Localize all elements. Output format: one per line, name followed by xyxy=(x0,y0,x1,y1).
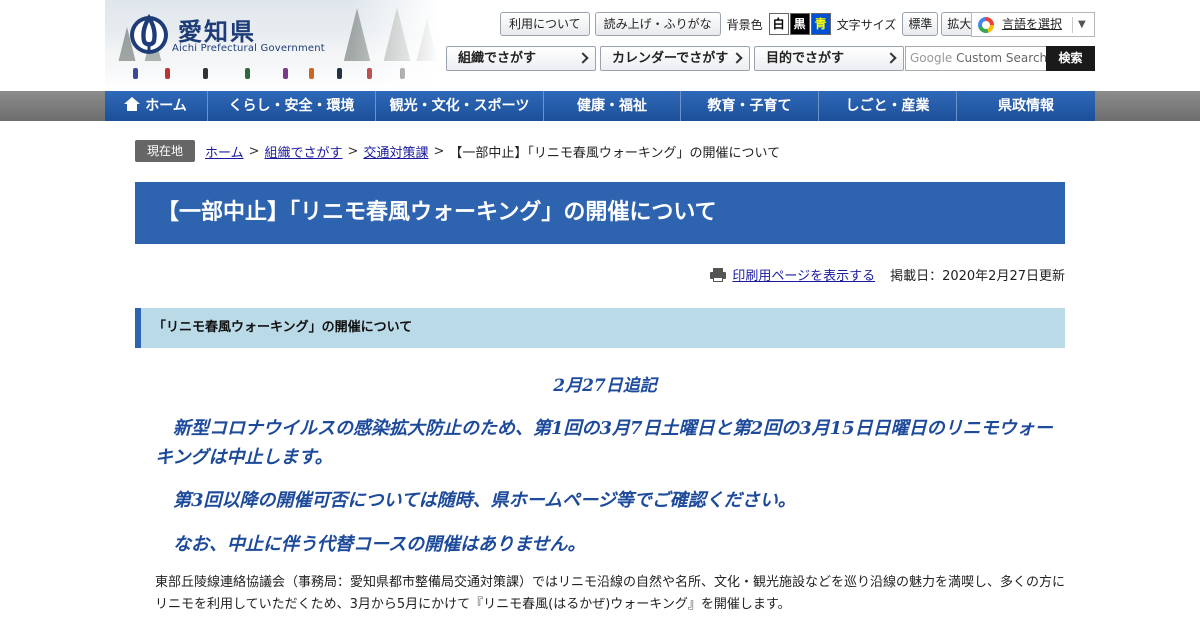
google-g-icon xyxy=(978,17,994,33)
notice-no-alternative: なお、中止に伴う代替コースの開催はありません。 xyxy=(173,534,586,555)
logo-subtitle: Aichi Prefectural Government xyxy=(172,43,325,54)
chevron-right-icon xyxy=(731,52,743,64)
search-placeholder-text: Custom Search xyxy=(952,51,1047,65)
language-select[interactable]: 言語を選択 ▼ xyxy=(971,12,1095,37)
printer-icon[interactable] xyxy=(710,267,727,282)
read-aloud-button[interactable]: 読み上げ・ふりがな xyxy=(594,12,721,36)
search-button[interactable]: 検索 xyxy=(1046,46,1095,71)
font-normal-button[interactable]: 標準 xyxy=(902,12,939,36)
usage-button[interactable]: 利用について xyxy=(500,12,590,36)
bg-color-label: 背景色 xyxy=(726,17,763,32)
bg-blue-button[interactable]: 青 xyxy=(810,13,831,35)
breadcrumb-link-traffic-division[interactable]: 交通対策課 xyxy=(363,142,428,161)
body-paragraph: 東部丘陵線連絡協議会（事務局：愛知県都市整備局交通対策課）ではリニモ沿線の自然や… xyxy=(155,575,1066,612)
site-logo[interactable]: 愛知県 Aichi Prefectural Government xyxy=(128,8,325,58)
search-by-organization-button[interactable]: 組織でさがす xyxy=(446,46,596,71)
nav-living-safety-environment[interactable]: くらし・安全・環境 xyxy=(207,91,375,121)
search-nav-label: カレンダーでさがす xyxy=(612,51,729,66)
search-nav: 組織でさがす カレンダーでさがす 目的でさがす xyxy=(446,46,904,71)
breadcrumb-separator: > xyxy=(347,143,359,159)
chevron-right-icon xyxy=(885,52,897,64)
breadcrumb-link-home[interactable]: ホーム xyxy=(205,142,244,161)
search-by-calendar-button[interactable]: カレンダーでさがす xyxy=(600,46,750,71)
breadcrumb-link-organization[interactable]: 組織でさがす xyxy=(265,142,343,161)
page-title: 【一部中止】「リニモ春風ウォーキング」の開催について xyxy=(135,182,1065,244)
language-select-label: 言語を選択 xyxy=(1002,17,1063,31)
breadcrumb-separator: > xyxy=(433,143,445,159)
dropdown-arrow-icon: ▼ xyxy=(1078,19,1086,30)
breadcrumb-current: 【一部中止】「リニモ春風ウォーキング」の開催について xyxy=(449,145,781,161)
language-select-divider xyxy=(1072,17,1073,33)
search-input[interactable]: Google Custom Search xyxy=(905,46,1047,71)
search-nav-label: 目的でさがす xyxy=(766,51,845,66)
nav-label: 教育・子育て xyxy=(707,98,792,114)
font-size-label: 文字サイズ xyxy=(836,17,897,32)
nav-work-industry[interactable]: しごと・産業 xyxy=(818,91,956,121)
nav-education-childcare[interactable]: 教育・子育て xyxy=(680,91,818,121)
search-by-purpose-button[interactable]: 目的でさがす xyxy=(754,46,904,71)
nav-label: ホーム xyxy=(145,98,187,114)
global-nav: ホーム くらし・安全・環境 観光・文化・スポーツ 健康・福祉 教育・子育て しご… xyxy=(105,91,1095,121)
breadcrumb-separator: > xyxy=(248,143,260,159)
nav-label: 健康・福祉 xyxy=(577,98,647,114)
nav-label: しごと・産業 xyxy=(845,98,930,114)
bg-black-button[interactable]: 黒 xyxy=(789,13,810,35)
home-icon xyxy=(124,97,141,112)
accessibility-toolbar: 利用について 読み上げ・ふりがな 背景色 白 黒 青 文字サイズ 標準 拡大 xyxy=(500,12,978,36)
section-heading: 「リニモ春風ウォーキング」の開催について xyxy=(135,308,1065,348)
current-location-badge: 現在地 xyxy=(135,140,195,162)
search-nav-label: 組織でさがす xyxy=(458,51,537,66)
chevron-right-icon xyxy=(577,52,589,64)
search-placeholder-brand: Google xyxy=(910,51,953,65)
notice-future-events: 第3回以降の開催可否については随時、県ホームページ等でご確認ください。 xyxy=(173,490,796,511)
nav-home[interactable]: ホーム xyxy=(105,91,207,121)
nav-label: 県政情報 xyxy=(998,98,1054,114)
print-page-link[interactable]: 印刷用ページを表示する xyxy=(732,265,875,284)
logo-title: 愛知県 xyxy=(178,18,256,46)
page-meta: 印刷用ページを表示する 掲載日：2020年2月27日更新 xyxy=(710,265,1065,284)
bg-white-button[interactable]: 白 xyxy=(768,13,789,35)
breadcrumb: 現在地 ホーム > 組織でさがす > 交通対策課 > 【一部中止】「リニモ春風ウ… xyxy=(135,140,780,162)
nav-label: くらし・安全・環境 xyxy=(228,98,355,114)
published-date: 掲載日：2020年2月27日更新 xyxy=(890,269,1065,284)
notice-date: 2月27日追記 xyxy=(553,376,657,396)
nav-tourism-culture-sports[interactable]: 観光・文化・スポーツ xyxy=(375,91,543,121)
nav-prefecture-info[interactable]: 県政情報 xyxy=(956,91,1095,121)
aichi-emblem-icon xyxy=(130,14,168,54)
nav-health-welfare[interactable]: 健康・福祉 xyxy=(543,91,680,121)
site-header: 愛知県 Aichi Prefectural Government 利用について … xyxy=(0,0,1200,91)
nav-label: 観光・文化・スポーツ xyxy=(389,98,530,114)
notice-cancellation: 新型コロナウイルスの感染拡大防止のため、第1回の3月7日土曜日と第2回の3月15… xyxy=(155,418,1053,468)
